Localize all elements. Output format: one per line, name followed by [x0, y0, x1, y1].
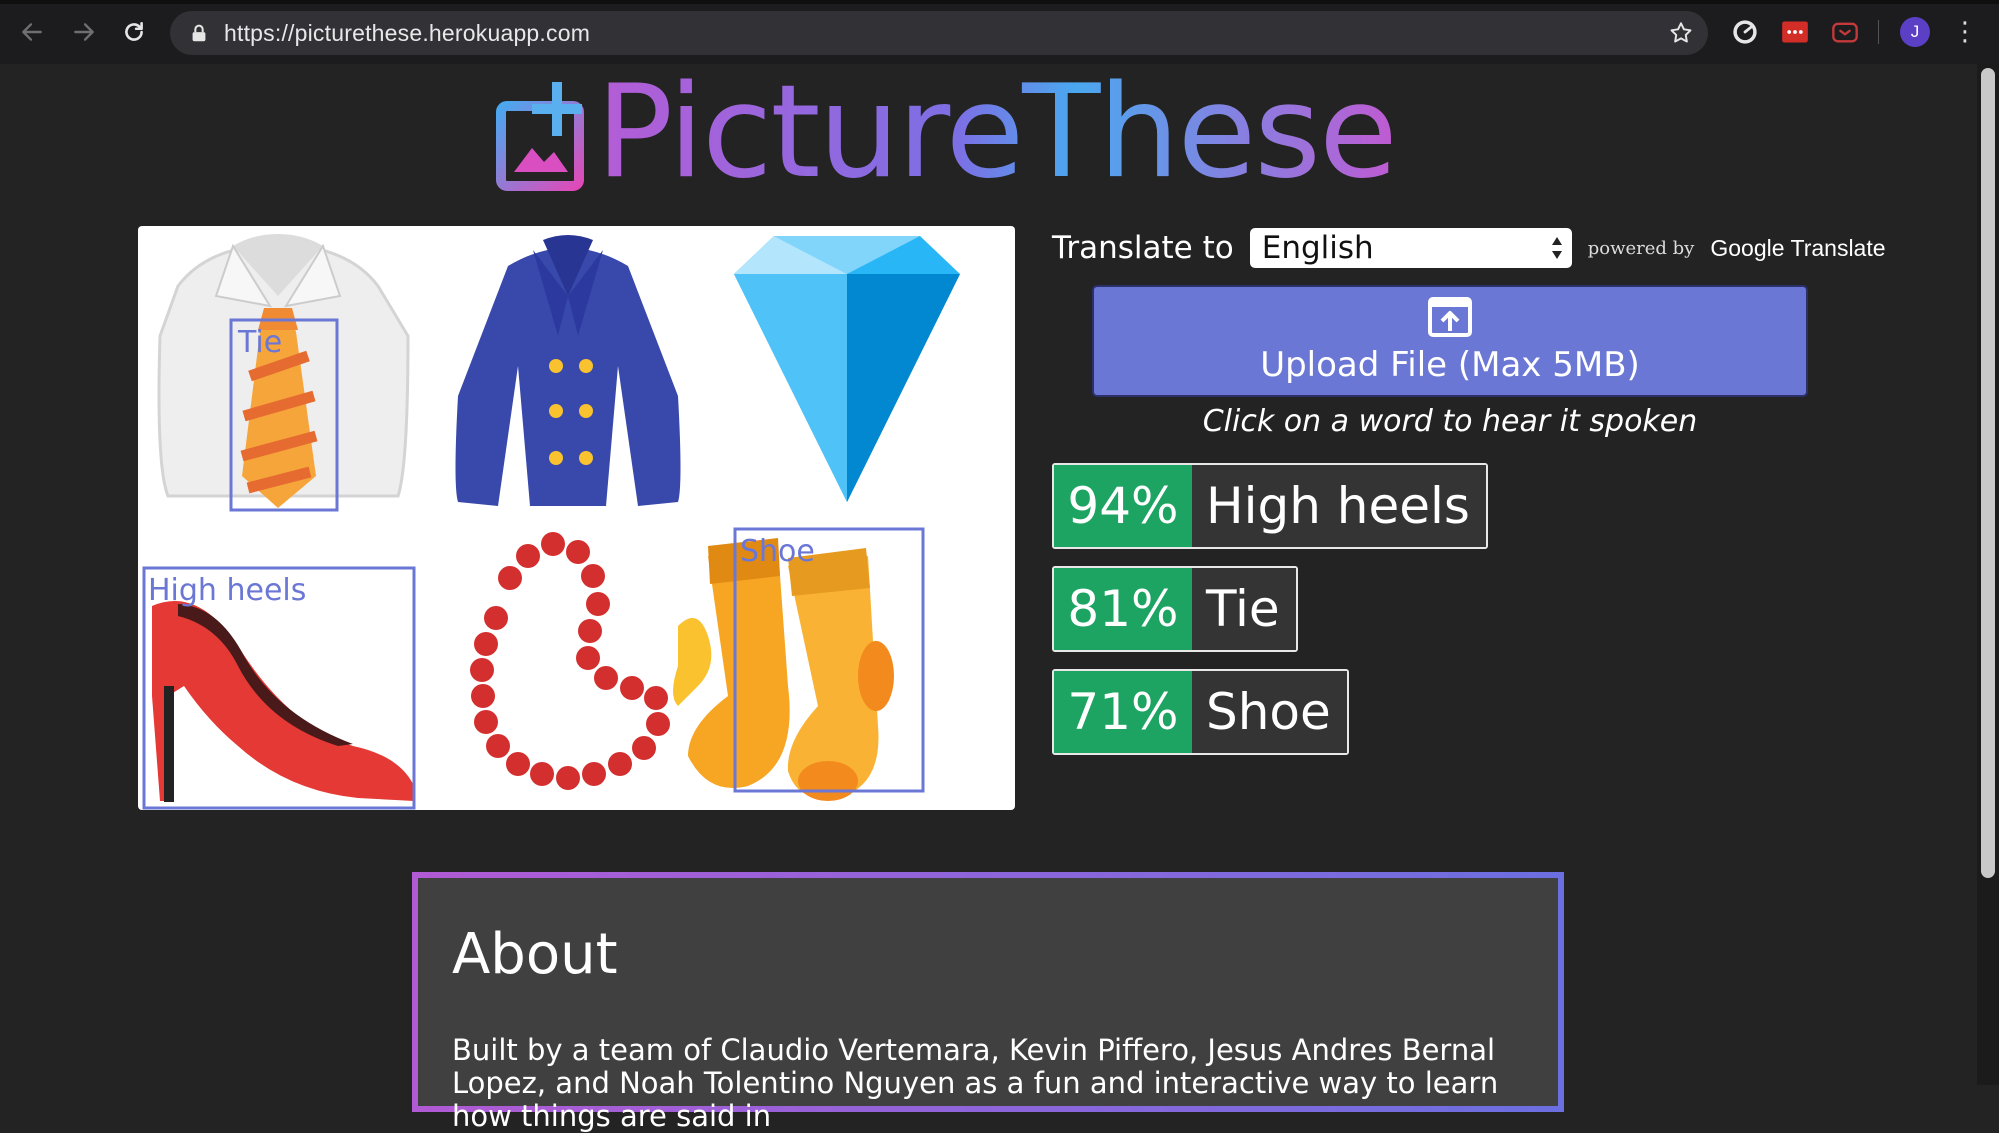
result-item[interactable]: 71% Shoe: [1052, 669, 1349, 755]
shirt-emoji: [157, 234, 410, 508]
about-section: About Built by a team of Claudio Vertema…: [412, 872, 1564, 1133]
about-heading: About: [452, 922, 618, 987]
tab-strip: [0, 0, 1999, 4]
reload-icon[interactable]: [116, 14, 152, 50]
result-item[interactable]: 94% High heels: [1052, 463, 1488, 549]
upload-label: Upload File (Max 5MB): [1260, 345, 1640, 385]
browser-toolbar: https://picturethese.herokuapp.com J ⋮: [0, 0, 1999, 64]
selected-language: English: [1261, 230, 1374, 266]
prayer-beads-emoji: [470, 532, 712, 790]
coat-emoji: [455, 235, 681, 506]
profile-avatar[interactable]: J: [1900, 17, 1930, 47]
back-icon[interactable]: [14, 14, 50, 50]
result-item[interactable]: 81% Tie: [1052, 566, 1298, 652]
google-translate-attribution[interactable]: Google Translate: [1710, 235, 1885, 262]
powered-by-text: powered by: [1587, 237, 1695, 259]
scrollbar-thumb[interactable]: [1981, 68, 1995, 878]
extension-speed-icon[interactable]: [1730, 17, 1760, 47]
confidence-badge: 94%: [1054, 465, 1192, 547]
detection-label: Shoe: [740, 534, 815, 569]
detection-label: Tie: [237, 325, 282, 360]
add-picture-logo-icon: [496, 82, 584, 191]
upload-icon: [1428, 297, 1472, 337]
app-logo: PictureThese: [496, 66, 1476, 200]
result-word[interactable]: Tie: [1192, 568, 1296, 650]
about-text: Built by a team of Claudio Vertemara, Ke…: [452, 1033, 1499, 1133]
upload-file-button[interactable]: Upload File (Max 5MB): [1092, 285, 1808, 397]
result-word[interactable]: High heels: [1192, 465, 1486, 547]
forward-icon[interactable]: [66, 14, 102, 50]
analyzed-image: Tie High heels Shoe: [138, 226, 1015, 810]
confidence-badge: 71%: [1054, 671, 1192, 753]
address-bar[interactable]: https://picturethese.herokuapp.com: [170, 11, 1708, 55]
app-title: PictureThese: [596, 58, 1398, 207]
extension-pocket-icon[interactable]: [1830, 17, 1860, 47]
menu-kebab-icon[interactable]: ⋮: [1950, 17, 1980, 47]
gem-emoji: [734, 236, 960, 502]
confidence-badge: 81%: [1054, 568, 1192, 650]
hint-text: Click on a word to hear it spoken: [1202, 404, 1698, 439]
result-word[interactable]: Shoe: [1192, 671, 1347, 753]
extension-lastpass-icon[interactable]: [1780, 17, 1810, 47]
detection-label: High heels: [148, 573, 306, 608]
language-select[interactable]: English: [1249, 228, 1572, 268]
toolbar-divider: [1878, 20, 1879, 44]
bookmark-star-icon[interactable]: [1668, 20, 1694, 46]
url-text: https://picturethese.herokuapp.com: [224, 19, 591, 46]
select-arrows-icon: [1551, 237, 1562, 259]
translate-row: Translate to English powered by Google T…: [1052, 226, 1886, 270]
translate-label: Translate to: [1052, 230, 1234, 266]
high-heel-emoji: [152, 601, 414, 802]
lock-icon: [192, 24, 206, 42]
socks-emoji: [688, 538, 894, 801]
